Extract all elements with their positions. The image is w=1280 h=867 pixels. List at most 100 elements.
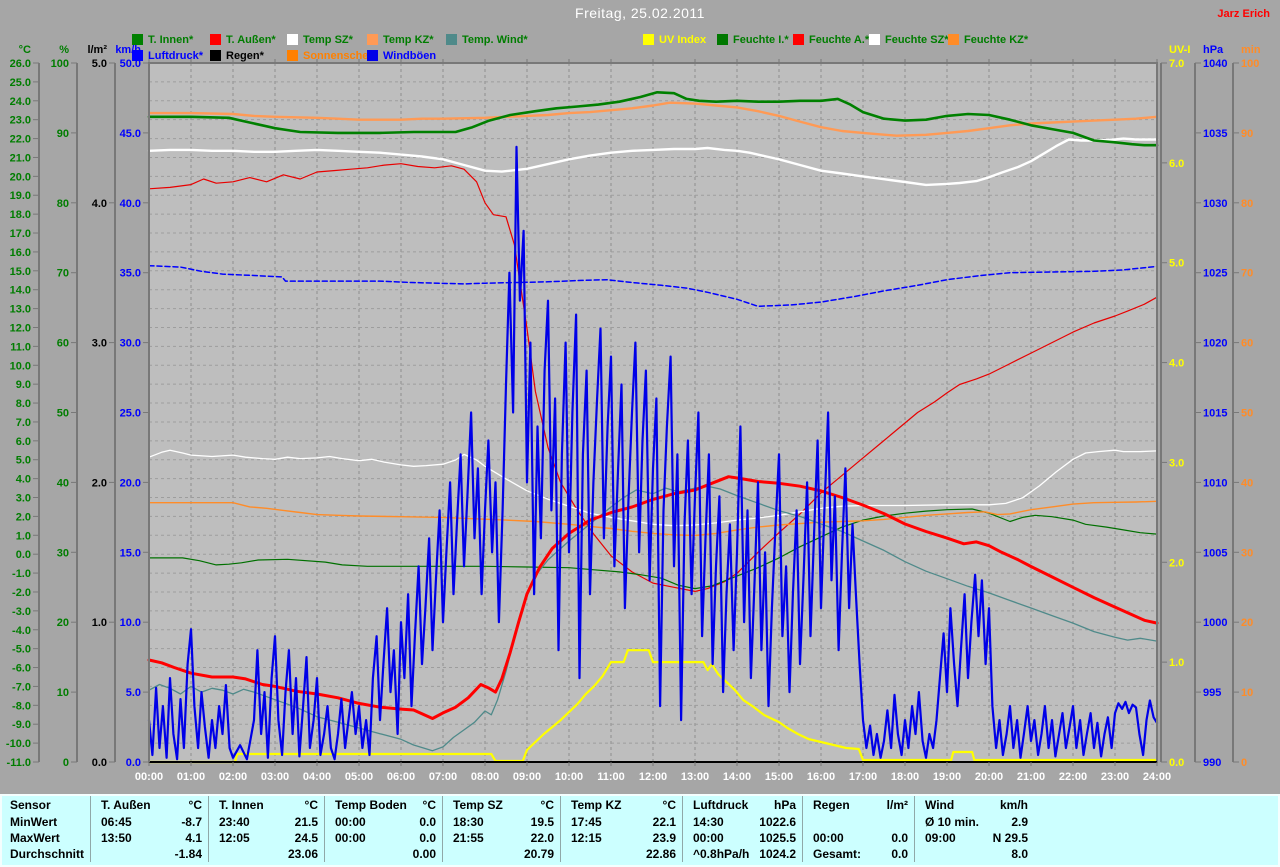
svg-text:10.0: 10.0 <box>10 360 31 372</box>
cell-value: 20.79 <box>524 846 554 862</box>
cell-time: 14:30 <box>693 814 724 830</box>
svg-text:02:00: 02:00 <box>219 771 247 783</box>
cell-value: km/h <box>1000 796 1028 814</box>
svg-text:25.0: 25.0 <box>10 77 31 89</box>
svg-text:0.0: 0.0 <box>16 549 31 561</box>
svg-text:19.0: 19.0 <box>10 190 31 202</box>
svg-text:05:00: 05:00 <box>345 771 373 783</box>
svg-text:20:00: 20:00 <box>975 771 1003 783</box>
cell-value: °C <box>423 796 436 814</box>
svg-text:0: 0 <box>63 757 69 769</box>
svg-text:20: 20 <box>1241 617 1253 629</box>
cell-time: 00:00 <box>335 814 366 830</box>
table-cell-temp-kz: 12:1523.9 <box>560 830 682 846</box>
svg-text:5.0: 5.0 <box>1169 258 1184 270</box>
svg-text:90: 90 <box>1241 128 1253 140</box>
svg-text:hPa: hPa <box>1203 44 1224 56</box>
svg-text:40.0: 40.0 <box>120 198 141 210</box>
table-cell-temp-boden: Temp Boden°C <box>324 796 442 814</box>
table-cell-t-aussen: 13:504.1 <box>90 830 208 846</box>
cell-value: °C <box>305 796 318 814</box>
svg-text:20.0: 20.0 <box>10 171 31 183</box>
svg-text:10:00: 10:00 <box>555 771 583 783</box>
svg-text:-3.0: -3.0 <box>12 606 31 618</box>
table-cell-temp-kz: 17:4522.1 <box>560 814 682 830</box>
svg-text:1030: 1030 <box>1203 198 1227 210</box>
axis-uvi: 7.06.05.04.03.02.01.00.0UV-I <box>1161 44 1190 769</box>
cell-value: °C <box>663 796 676 814</box>
svg-text:1.0: 1.0 <box>16 530 31 542</box>
row-header: MaxWert <box>2 830 90 846</box>
svg-text:995: 995 <box>1203 687 1221 699</box>
svg-text:1005: 1005 <box>1203 547 1227 559</box>
svg-text:30.0: 30.0 <box>120 338 141 350</box>
svg-text:80: 80 <box>1241 198 1253 210</box>
cell-value: 1024.2 <box>759 846 796 862</box>
cell-time: Ø 10 min. <box>925 814 979 830</box>
cell-value: 0.00 <box>413 846 436 862</box>
svg-text:3.0: 3.0 <box>92 338 107 350</box>
table-cell-t-innen: T. Innen °C <box>208 796 324 814</box>
svg-text:15.0: 15.0 <box>10 266 31 278</box>
cell-value: 0.0 <box>891 846 908 862</box>
svg-text:26.0: 26.0 <box>10 58 31 70</box>
svg-text:7.0: 7.0 <box>1169 58 1184 70</box>
table-cell-regen <box>802 814 914 830</box>
axis-min: 1009080706050403020100min <box>1233 44 1261 769</box>
table-cell-t-innen: 23.06 <box>208 846 324 862</box>
svg-text:13.0: 13.0 <box>10 304 31 316</box>
svg-text:-11.0: -11.0 <box>7 757 31 769</box>
svg-text:4.0: 4.0 <box>1169 358 1184 370</box>
svg-text:5.0: 5.0 <box>126 687 141 699</box>
table-cell-wind: Windkm/h <box>914 796 1034 814</box>
table-cell-t-innen: 23:4021.5 <box>208 814 324 830</box>
svg-text:°C: °C <box>19 44 31 56</box>
svg-text:990: 990 <box>1203 757 1221 769</box>
svg-text:10.0: 10.0 <box>120 617 141 629</box>
table-cell-temp-sz: Temp SZ°C <box>442 796 560 814</box>
table-cell-luftdruck: 14:301022.6 <box>682 814 802 830</box>
svg-text:25.0: 25.0 <box>120 408 141 420</box>
svg-text:6.0: 6.0 <box>16 436 31 448</box>
svg-text:0.0: 0.0 <box>126 757 141 769</box>
table-cell-regen: Regen l/m² <box>802 796 914 814</box>
svg-text:km/h: km/h <box>115 44 141 56</box>
svg-text:min: min <box>1241 44 1261 56</box>
table-cell-luftdruck: 00:001025.5 <box>682 830 802 846</box>
svg-text:24:00: 24:00 <box>1143 771 1171 783</box>
svg-text:00:00: 00:00 <box>135 771 163 783</box>
cell-time: Temp SZ <box>453 796 503 814</box>
cell-value: l/m² <box>887 796 908 814</box>
svg-text:50: 50 <box>57 408 69 420</box>
svg-text:21.0: 21.0 <box>10 152 31 164</box>
svg-text:20.0: 20.0 <box>120 477 141 489</box>
table-cell-temp-kz: 22.86 <box>560 846 682 862</box>
table-cell-temp-kz: Temp KZ°C <box>560 796 682 814</box>
svg-text:0.0: 0.0 <box>92 757 107 769</box>
cell-value: -8.7 <box>181 814 202 830</box>
cell-time: Regen <box>813 796 850 814</box>
axis-kmh: 50.045.040.035.030.025.020.015.010.05.00… <box>115 44 149 769</box>
table-cell-temp-boden: 00:000.0 <box>324 814 442 830</box>
svg-text:2.0: 2.0 <box>16 511 31 523</box>
cell-time: 00:00 <box>335 830 366 846</box>
cell-value: 2.9 <box>1011 814 1028 830</box>
svg-text:70: 70 <box>1241 268 1253 280</box>
svg-text:23.0: 23.0 <box>10 115 31 127</box>
table-cell-luftdruck: LuftdruckhPa <box>682 796 802 814</box>
cell-value: °C <box>189 796 202 814</box>
table-cell-luftdruck: ^0.8hPa/h1024.2 <box>682 846 802 862</box>
svg-text:01:00: 01:00 <box>177 771 205 783</box>
svg-text:1035: 1035 <box>1203 128 1227 140</box>
svg-text:09:00: 09:00 <box>513 771 541 783</box>
cell-time: 09:00 <box>925 830 956 846</box>
svg-text:45.0: 45.0 <box>120 128 141 140</box>
cell-time: T. Innen <box>219 796 264 814</box>
cell-value: 4.1 <box>185 830 202 846</box>
svg-text:0.0: 0.0 <box>1169 757 1184 769</box>
svg-text:22.0: 22.0 <box>10 134 31 146</box>
axis-hpa: 1040103510301025102010151010100510009959… <box>1195 44 1227 769</box>
svg-text:03:00: 03:00 <box>261 771 289 783</box>
cell-value: 19.5 <box>531 814 554 830</box>
table-row-maxwert: MaxWert13:504.112:0524.500:000.021:5522.… <box>2 830 1278 846</box>
